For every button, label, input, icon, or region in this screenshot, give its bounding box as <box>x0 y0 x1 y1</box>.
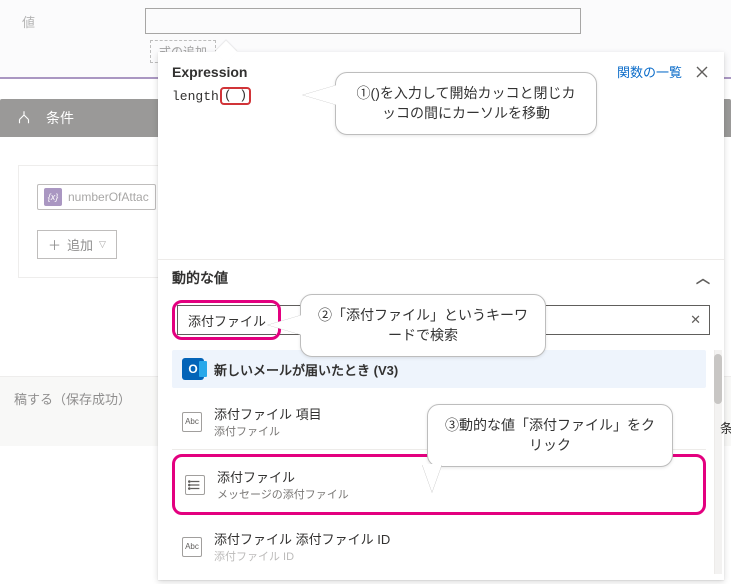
clear-search-icon[interactable]: ✕ <box>690 312 701 328</box>
scrollbar-thumb[interactable] <box>714 354 722 404</box>
abc-type-icon: Abc <box>182 412 202 432</box>
search-value-text: 添付ファイル <box>188 311 266 330</box>
truncated-side-text: 条 <box>720 418 731 437</box>
list-type-icon <box>185 475 205 495</box>
value-input[interactable]: fx <box>145 8 581 34</box>
branch-icon <box>12 106 36 130</box>
abc-type-icon: Abc <box>182 537 202 557</box>
condition-title: 条件 <box>46 108 74 128</box>
value-label: 値 <box>0 12 145 31</box>
annotation-callout-2: ②「添付ファイル」というキーワードで検索 <box>300 294 546 357</box>
outlook-icon: O <box>182 358 204 380</box>
functions-link[interactable]: 関数の一覧 <box>617 62 682 81</box>
fx-token-icon: {x} <box>44 188 62 206</box>
expr-caret-region[interactable]: ( ) <box>220 87 251 105</box>
dv-item-attachment-id[interactable]: Abc 添付ファイル 添付ファイル ID 添付ファイル ID <box>172 519 706 574</box>
dynamic-values-header[interactable]: 動的な値 ︿ <box>158 260 724 296</box>
annotation-callout-1: ①()を入力して開始カッコと閉じカッコの間にカーソルを移動 <box>335 72 597 135</box>
token-label: numberOfAttac <box>68 190 149 204</box>
add-row-button[interactable]: ＋ 追加 ▽ <box>37 230 117 259</box>
group-title-text: 新しいメールが届いたとき (V3) <box>214 360 398 379</box>
panel-title: Expression <box>172 64 247 80</box>
expr-prefix: length <box>172 89 219 104</box>
close-icon[interactable] <box>694 64 710 80</box>
annotation-callout-3: ③動的な値「添付ファイル」をクリック <box>427 404 673 467</box>
expression-token[interactable]: {x} numberOfAttac <box>37 184 156 210</box>
chevron-up-icon[interactable]: ︿ <box>696 268 710 288</box>
chevron-down-icon: ▽ <box>99 239 106 250</box>
